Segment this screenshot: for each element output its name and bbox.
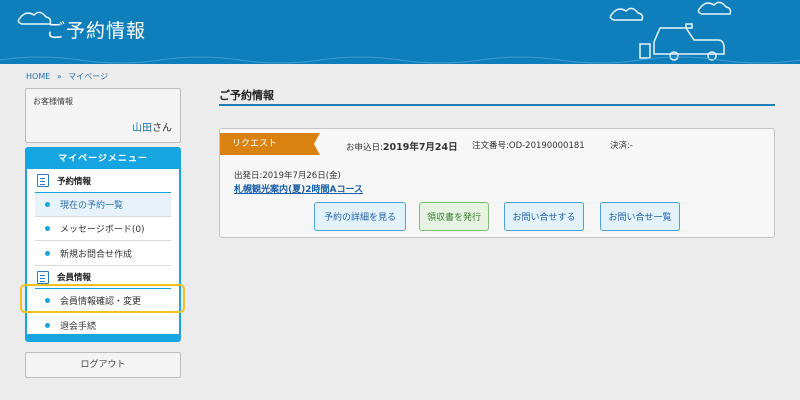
menu-section-label: 会員情報: [57, 273, 92, 283]
tour-name-link[interactable]: 札幌観光案内(夏)2時間Aコース: [234, 182, 363, 195]
customer-info-box: お客様情報 山田さん: [25, 88, 181, 143]
customer-name-suffix: さん: [152, 123, 172, 134]
apply-date-label: お申込日:: [346, 143, 383, 153]
breadcrumb-current[interactable]: マイページ: [68, 72, 108, 81]
bullet-icon: [45, 322, 50, 328]
customer-name-value[interactable]: 山田: [132, 123, 152, 134]
apply-date-value: 2019年7月24日: [382, 142, 458, 153]
customer-name: 山田さん: [132, 119, 172, 134]
menu-footer-bar: [27, 334, 179, 340]
issue-receipt-button[interactable]: 領収書を発行: [419, 202, 489, 231]
reservation-card: リクエスト お申込日:2019年7月24日 注文番号:OD-2019000018…: [219, 128, 775, 238]
payment-status: 決済:-: [610, 141, 633, 151]
order-number-label: 注文番号:: [472, 141, 509, 151]
bullet-icon: [45, 226, 50, 231]
page-title: ご予約情報: [219, 89, 274, 102]
menu-title: マイページメニュー: [27, 149, 179, 169]
menu-section-label: 予約情報: [57, 176, 92, 187]
menu-item-label: 現在の予約一覧: [60, 201, 124, 211]
document-icon: [37, 174, 49, 187]
order-number-value: OD-20190000181: [508, 141, 585, 151]
bullet-icon: [45, 250, 50, 256]
menu-item-label: メッセージボード(0): [60, 225, 145, 235]
contact-list-button[interactable]: お問い合せ一覧: [600, 202, 680, 231]
view-details-button[interactable]: 予約の詳細を見る: [314, 202, 406, 231]
member-card-icon: [37, 270, 49, 284]
bullet-icon: [45, 202, 50, 207]
menu-section-reservation: 予約情報: [35, 169, 171, 193]
logout-button[interactable]: ログアウト: [25, 352, 181, 378]
menu-item-new-inquiry[interactable]: 新規お問合せ作成: [35, 241, 171, 265]
menu-item-message-board[interactable]: メッセージボード(0): [35, 217, 171, 241]
customer-info-label: お客様情報: [33, 97, 73, 106]
apply-date: お申込日:2019年7月24日: [346, 139, 458, 153]
breadcrumb-separator: »: [56, 72, 62, 81]
header-title: ご予約情報: [46, 20, 147, 42]
breadcrumb-home[interactable]: HOME: [26, 72, 50, 81]
title-divider: [219, 104, 775, 106]
menu-item-label: 退会手続: [60, 321, 97, 332]
order-number: 注文番号:OD-20190000181: [472, 139, 585, 151]
status-badge: リクエスト: [220, 133, 320, 155]
departure-date: 出発日:2019年7月26日(金): [234, 171, 341, 181]
contact-button[interactable]: お問い合せする: [504, 202, 584, 231]
menu-item-label: 新規お問合せ作成: [60, 249, 133, 260]
page-header: ご予約情報: [0, 0, 800, 64]
breadcrumb: HOME » マイページ: [26, 71, 112, 82]
menu-item-reservation-list[interactable]: 現在の予約一覧: [35, 193, 171, 217]
highlight-box: [20, 284, 185, 313]
